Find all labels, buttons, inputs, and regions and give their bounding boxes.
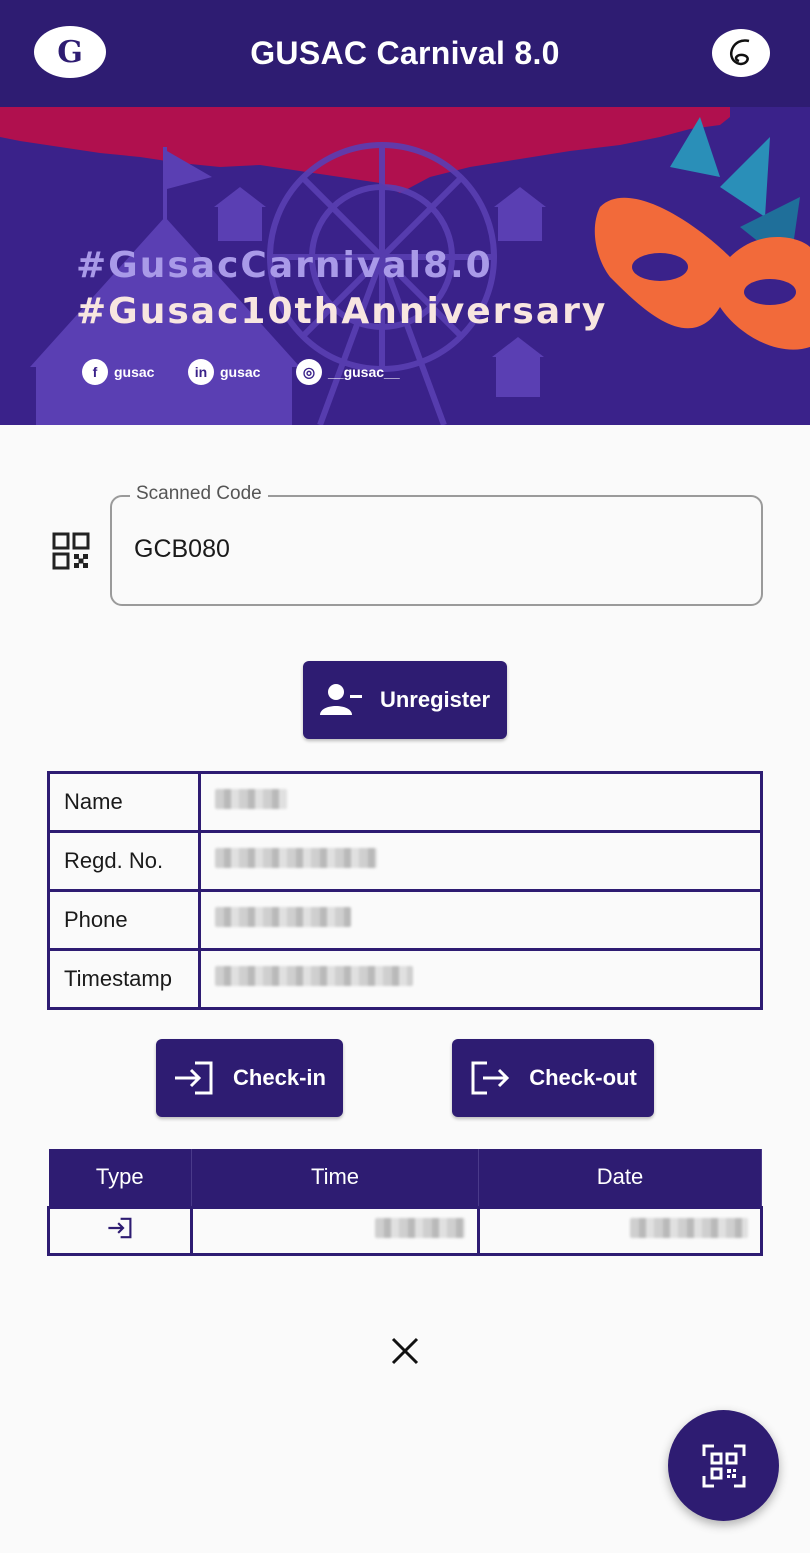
info-key: Phone (47, 889, 201, 951)
svg-text:G: G (57, 35, 83, 70)
check-out-button[interactable]: Check-out (452, 1039, 654, 1117)
app-title: GUSAC Carnival 8.0 (250, 35, 560, 71)
hashtag-carnival: #GusacCarnival8.0 (76, 245, 493, 286)
person-remove-icon (319, 684, 362, 715)
attendance-log-table: Type Time Date (47, 1149, 763, 1256)
table-row: Timestamp (47, 948, 763, 1010)
scanned-code-value[interactable]: GCB080 (134, 535, 230, 564)
login-icon (175, 1061, 213, 1095)
info-value-regd-no (198, 830, 763, 892)
check-in-label: Check-in (233, 1065, 326, 1090)
attendee-info-table: Name Regd. No. Phone Timestamp (47, 771, 763, 1010)
column-header-time: Time (191, 1149, 479, 1207)
table-row: Regd. No. (47, 830, 763, 892)
unregister-button[interactable]: Unregister (303, 661, 507, 739)
info-value-name (198, 771, 763, 833)
login-icon (108, 1217, 132, 1239)
qr-code-icon (52, 532, 90, 570)
log-date-cell (477, 1205, 763, 1256)
social-instagram[interactable]: ◎ __gusac__ (296, 359, 400, 385)
table-row (47, 1205, 763, 1256)
unregister-label: Unregister (379, 687, 491, 712)
linkedin-icon: in (188, 359, 214, 385)
social-label: gusac (114, 364, 155, 380)
column-header-date: Date (478, 1149, 762, 1207)
social-linkedin[interactable]: in gusac (188, 359, 260, 385)
info-value-phone (198, 889, 763, 951)
instagram-icon: ◎ (296, 359, 322, 385)
gusac-logo-icon: G (34, 26, 106, 78)
sponsor-logo-icon[interactable] (711, 27, 771, 79)
check-in-button[interactable]: Check-in (156, 1039, 343, 1117)
social-facebook[interactable]: f gusac (82, 359, 154, 385)
info-key: Regd. No. (47, 830, 201, 892)
column-header-type: Type (48, 1149, 192, 1207)
table-row: Name (47, 771, 763, 833)
log-type-cell (47, 1205, 193, 1256)
info-key: Name (47, 771, 201, 833)
social-label: __gusac__ (328, 364, 400, 380)
hashtag-anniversary: #Gusac10thAnniversary (76, 291, 608, 332)
event-banner: #GusacCarnival8.0 #Gusac10thAnniversary … (0, 107, 810, 425)
log-time-cell (190, 1205, 480, 1256)
check-out-label: Check-out (529, 1065, 637, 1090)
facebook-icon: f (82, 359, 108, 385)
logout-icon (471, 1061, 510, 1095)
scanned-code-field[interactable]: Scanned Code GCB080 (110, 483, 763, 606)
table-header-row: Type Time Date (48, 1149, 762, 1207)
table-row: Phone (47, 889, 763, 951)
info-key: Timestamp (47, 948, 201, 1010)
scan-qr-fab[interactable] (668, 1410, 779, 1521)
close-icon[interactable] (389, 1335, 421, 1367)
scanned-code-label: Scanned Code (130, 483, 268, 505)
info-value-timestamp (198, 948, 763, 1010)
social-label: gusac (220, 364, 261, 380)
qr-scan-icon (702, 1444, 745, 1487)
app-bar: G GUSAC Carnival 8.0 (0, 0, 810, 107)
